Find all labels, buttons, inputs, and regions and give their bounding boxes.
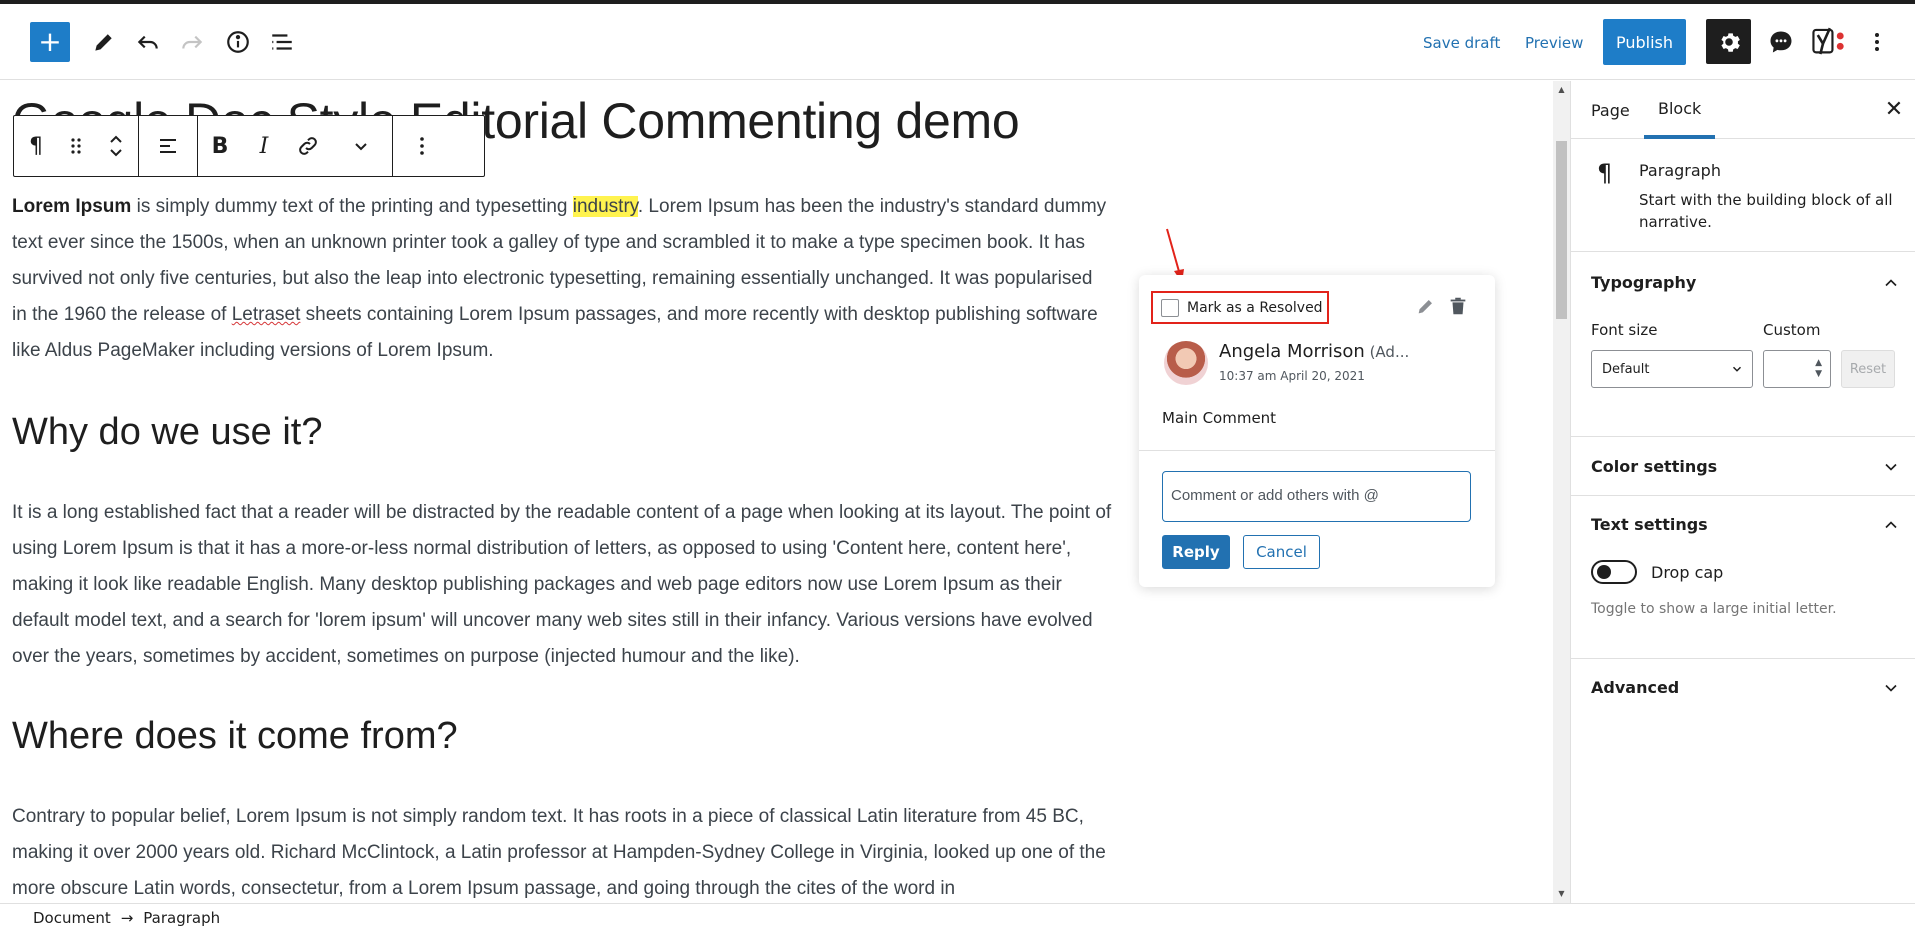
trash-icon[interactable] bbox=[1447, 295, 1469, 317]
font-size-value: Default bbox=[1602, 362, 1650, 377]
options-group bbox=[393, 116, 451, 176]
info-icon[interactable] bbox=[222, 26, 254, 58]
color-settings-panel-header[interactable]: Color settings bbox=[1571, 437, 1915, 497]
bold-text: Lorem Ipsum bbox=[12, 196, 132, 217]
spinner-icon[interactable]: ▲ ▼ bbox=[1815, 358, 1822, 380]
drop-cap-label: Drop cap bbox=[1651, 563, 1724, 582]
editor-canvas: Google Doc Style Editorial Commenting de… bbox=[0, 81, 1555, 903]
breadcrumb-paragraph[interactable]: Paragraph bbox=[143, 909, 220, 927]
tab-block[interactable]: Block bbox=[1644, 81, 1716, 139]
format-group: B I bbox=[198, 116, 393, 176]
custom-label: Custom bbox=[1763, 321, 1821, 339]
chevron-down-icon[interactable] bbox=[330, 116, 392, 176]
settings-button[interactable] bbox=[1706, 19, 1751, 64]
bold-button[interactable]: B bbox=[198, 116, 242, 176]
preview-button[interactable]: Preview bbox=[1525, 28, 1583, 58]
heading-why[interactable]: Why do we use it? bbox=[12, 411, 322, 454]
typography-panel-header[interactable]: Typography bbox=[1571, 253, 1915, 313]
panel-title: Text settings bbox=[1591, 515, 1708, 534]
scroll-down-icon[interactable]: ▼ bbox=[1557, 889, 1566, 898]
paragraph-icon[interactable]: ¶ bbox=[14, 116, 58, 176]
panel-title: Typography bbox=[1591, 273, 1697, 292]
tab-page[interactable]: Page bbox=[1591, 81, 1630, 139]
mark-resolved-label: Mark as a Resolved bbox=[1187, 299, 1323, 316]
block-inserter-button[interactable]: + bbox=[30, 22, 70, 62]
block-card: ¶ Paragraph Start with the building bloc… bbox=[1571, 139, 1915, 252]
misspelled-word: Letraset bbox=[231, 304, 301, 325]
redo-icon[interactable] bbox=[176, 26, 208, 58]
custom-font-size-input[interactable]: ▲ ▼ bbox=[1763, 350, 1831, 388]
chevron-down-icon bbox=[1885, 463, 1897, 471]
block-name: Paragraph bbox=[1639, 161, 1721, 180]
author-role: (Ad... bbox=[1364, 343, 1410, 361]
drop-cap-toggle[interactable] bbox=[1591, 560, 1637, 584]
settings-sidebar: Page Block ✕ ¶ Paragraph Start with the … bbox=[1570, 81, 1915, 903]
undo-icon[interactable] bbox=[132, 26, 164, 58]
paragraph-block[interactable]: It is a long established fact that a rea… bbox=[12, 495, 1112, 675]
link-icon[interactable] bbox=[286, 116, 330, 176]
alignment-group bbox=[139, 116, 198, 176]
paragraph-text: is simply dummy text of the printing and… bbox=[131, 196, 573, 217]
author-name: Angela Morrison bbox=[1219, 341, 1365, 362]
chevron-up-icon bbox=[1885, 279, 1897, 287]
align-left-icon[interactable] bbox=[139, 116, 197, 176]
chevron-down-icon bbox=[1885, 684, 1897, 692]
more-vertical-icon bbox=[1875, 33, 1879, 51]
block-switcher-group: ¶ bbox=[14, 116, 139, 176]
reset-button[interactable]: Reset bbox=[1841, 350, 1895, 388]
block-description: Start with the building block of all nar… bbox=[1639, 191, 1893, 231]
breadcrumb-document[interactable]: Document bbox=[33, 909, 111, 927]
panel-title: Color settings bbox=[1591, 457, 1718, 476]
reply-button[interactable]: Reply bbox=[1162, 535, 1230, 569]
move-up-down-icon[interactable] bbox=[94, 116, 138, 176]
block-options-icon[interactable] bbox=[393, 116, 451, 176]
font-size-select[interactable]: Default bbox=[1591, 350, 1753, 388]
list-view-icon[interactable] bbox=[266, 26, 298, 58]
highlighted-comment-text[interactable]: industry bbox=[572, 196, 638, 217]
cancel-button[interactable]: Cancel bbox=[1243, 535, 1320, 569]
italic-button[interactable]: I bbox=[242, 116, 286, 176]
chevron-up-icon bbox=[1885, 521, 1897, 529]
yoast-icon bbox=[1812, 27, 1844, 55]
more-options-button[interactable] bbox=[1862, 26, 1892, 58]
drag-handle-icon[interactable] bbox=[58, 116, 94, 176]
paragraph-block[interactable]: Lorem Ipsum is simply dummy text of the … bbox=[12, 189, 1112, 369]
toggle-knob bbox=[1597, 565, 1611, 579]
edit-icon[interactable] bbox=[1415, 295, 1437, 317]
pencil-icon[interactable] bbox=[88, 26, 120, 58]
breadcrumb: Document → Paragraph bbox=[0, 903, 1915, 932]
gear-icon bbox=[1720, 32, 1740, 52]
editor-header: + Save draft Preview Publish bbox=[0, 4, 1915, 80]
comment-timestamp: 10:37 am April 20, 2021 bbox=[1219, 369, 1365, 383]
comment-bubble-icon bbox=[1770, 31, 1792, 53]
scroll-up-icon[interactable]: ▲ bbox=[1557, 85, 1566, 94]
comment-body: Main Comment bbox=[1162, 409, 1277, 427]
avatar bbox=[1164, 341, 1208, 385]
heading-where[interactable]: Where does it come from? bbox=[12, 715, 458, 758]
publish-button[interactable]: Publish bbox=[1603, 19, 1686, 65]
breadcrumb-separator: → bbox=[120, 909, 134, 927]
advanced-panel-header[interactable]: Advanced bbox=[1571, 658, 1915, 718]
sidebar-tabs: Page Block ✕ bbox=[1571, 81, 1915, 139]
paragraph-icon: ¶ bbox=[1597, 159, 1613, 187]
drop-cap-help: Toggle to show a large initial letter. bbox=[1591, 601, 1837, 617]
mark-resolved-checkbox[interactable]: Mark as a Resolved bbox=[1151, 291, 1329, 324]
paragraph-block[interactable]: Contrary to popular belief, Lorem Ipsum … bbox=[12, 799, 1112, 903]
editor-scrollbar[interactable]: ▲ ▼ bbox=[1553, 81, 1570, 903]
font-size-label: Font size bbox=[1591, 321, 1658, 339]
text-settings-panel-header[interactable]: Text settings bbox=[1571, 495, 1915, 555]
comment-author: Angela Morrison (Ad... bbox=[1219, 341, 1409, 362]
save-draft-button[interactable]: Save draft bbox=[1423, 28, 1500, 58]
comment-popover: Mark as a Resolved Angela Morrison (Ad..… bbox=[1139, 275, 1495, 587]
panel-title: Advanced bbox=[1591, 678, 1680, 697]
checkbox[interactable] bbox=[1161, 298, 1179, 317]
divider bbox=[1139, 450, 1495, 451]
scroll-thumb[interactable] bbox=[1556, 141, 1567, 319]
yoast-seo-button[interactable] bbox=[1806, 20, 1852, 64]
close-icon[interactable]: ✕ bbox=[1883, 97, 1905, 122]
block-toolbar: ¶ B I bbox=[13, 115, 485, 177]
reply-input[interactable]: Comment or add others with @ bbox=[1162, 471, 1471, 522]
comments-button[interactable] bbox=[1761, 22, 1801, 62]
chevron-down-icon bbox=[1732, 366, 1742, 372]
